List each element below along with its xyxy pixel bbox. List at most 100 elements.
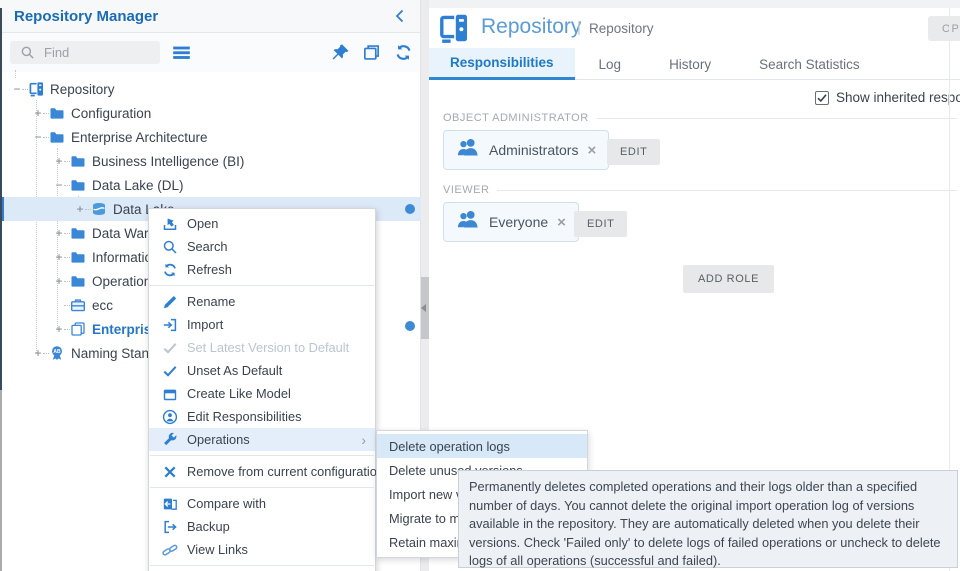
tree-expander[interactable]: +: [54, 274, 64, 288]
splitter-handle[interactable]: [421, 277, 429, 339]
menu-item-view-links[interactable]: View Links: [149, 538, 375, 561]
edit-button[interactable]: EDIT: [574, 211, 627, 237]
tree-item-business-intelligence-bi-[interactable]: + Business Intelligence (BI): [0, 149, 421, 173]
menu-icon[interactable]: [172, 43, 191, 62]
menu-item-label: Import: [187, 317, 223, 332]
tree-expander[interactable]: +: [54, 322, 64, 336]
section-divider: [597, 118, 957, 119]
menu-item-label: Refresh: [187, 262, 232, 277]
window-edge: [0, 8, 2, 390]
menu-item-label: Backup: [187, 519, 230, 534]
submenu-arrow-icon: ›: [361, 432, 366, 448]
role-chip-everyone[interactable]: Everyone ×: [443, 202, 579, 242]
folder-icon: [70, 177, 86, 193]
collapse-arrow-icon: [421, 304, 426, 312]
title-divider: |: [577, 19, 581, 36]
menu-item-create-like-model[interactable]: Create Like Model: [149, 382, 375, 405]
folder-icon: [70, 153, 86, 169]
tree-expander[interactable]: −: [54, 178, 64, 192]
role-chip-label: Administrators: [489, 142, 578, 158]
menu-item-rename[interactable]: Rename: [149, 290, 375, 313]
menu-item-open[interactable]: Open: [149, 212, 375, 235]
tree-item-label: Business Intelligence (BI): [92, 154, 244, 169]
tree-expander[interactable]: −: [12, 82, 22, 96]
menu-separator: [150, 487, 374, 488]
tree-expander[interactable]: +: [54, 154, 64, 168]
tree-item-data-lake-dl-[interactable]: − Data Lake (DL): [0, 173, 421, 197]
search-icon: [20, 45, 35, 60]
search-input[interactable]: Find: [10, 41, 160, 64]
tab-log[interactable]: Log: [575, 48, 646, 80]
menu-item-label: Unset As Default: [187, 363, 282, 378]
tree-item-label: Data Lake (DL): [92, 178, 184, 193]
version-indicator-dot: [405, 321, 415, 331]
show-inherited-checkbox[interactable]: Show inherited responsibilities: [815, 90, 960, 105]
tab-search-statistics[interactable]: Search Statistics: [735, 48, 884, 80]
checkbox-checked-icon[interactable]: [815, 91, 829, 105]
tree-expander[interactable]: +: [33, 346, 43, 360]
menu-separator: [150, 565, 374, 566]
tree-item-label: Configuration: [71, 106, 151, 121]
tree-item-repository[interactable]: − Repository: [0, 77, 421, 101]
check-icon: [162, 363, 178, 379]
menu-item-unset-as-default[interactable]: Unset As Default: [149, 359, 375, 382]
menu-item-label: Create Like Model: [187, 386, 291, 401]
chevron-left-icon[interactable]: [392, 8, 408, 24]
section-header: VIEWER: [443, 184, 957, 196]
section-label: VIEWER: [443, 184, 489, 196]
tree-expander[interactable]: −: [33, 130, 43, 144]
repository-icon: [437, 12, 469, 44]
left-panel-header: Repository Manager: [0, 0, 420, 33]
repository-icon: [28, 81, 44, 97]
role-chip-administrators[interactable]: Administrators ×: [443, 130, 609, 170]
menu-item-label: Set Latest Version to Default: [187, 340, 349, 355]
role-chip-label: Everyone: [489, 214, 548, 230]
menu-item-label: Compare with: [187, 496, 266, 511]
tab-responsibilities[interactable]: Responsibilities: [429, 48, 575, 80]
submenu-item-delete-operation-logs[interactable]: Delete operation logs: [377, 434, 587, 458]
open-button[interactable]: OPEN: [928, 16, 960, 41]
pin-icon[interactable]: [331, 43, 350, 62]
tree-expander[interactable]: +: [33, 106, 43, 120]
menu-item-refresh[interactable]: Refresh: [149, 258, 375, 281]
menu-item-label: Search: [187, 239, 228, 254]
window-edge: [0, 390, 2, 571]
menu-item-compare-with[interactable]: Compare with: [149, 492, 375, 515]
tab-history[interactable]: History: [645, 48, 735, 80]
tree-expander[interactable]: +: [75, 202, 85, 216]
refresh-icon: [162, 262, 178, 278]
import-icon: [162, 317, 178, 333]
remove-role-icon[interactable]: ×: [587, 142, 596, 159]
window-copy-icon: [162, 386, 178, 402]
application-window: Repository Manager Find − Repository + Conf…: [0, 0, 960, 571]
tree-item-enterprise-architecture[interactable]: −Enterprise Architecture: [0, 125, 421, 149]
folder-icon: [70, 249, 86, 265]
tree-expander[interactable]: +: [54, 226, 64, 240]
tree-item-label: Repository: [50, 82, 115, 97]
section-divider: [497, 190, 957, 191]
tree-item-configuration[interactable]: + Configuration: [0, 101, 421, 125]
menu-item-import[interactable]: Import: [149, 313, 375, 336]
award-icon: AB: [49, 345, 65, 361]
briefcase-icon: [70, 297, 86, 313]
menu-item-operations[interactable]: Operations›: [149, 428, 375, 451]
menu-item-backup[interactable]: Backup: [149, 515, 375, 538]
menu-item-edit-responsibilities[interactable]: Edit Responsibilities: [149, 405, 375, 428]
menu-item-remove-from-current-configuration[interactable]: Remove from current configuration: [149, 460, 375, 483]
windows-icon[interactable]: [362, 43, 381, 62]
edit-button[interactable]: EDIT: [607, 139, 660, 165]
wrench-icon: [162, 432, 178, 448]
tree-expander[interactable]: +: [54, 250, 64, 264]
section-header: OBJECT ADMINISTRATOR: [443, 112, 957, 124]
model-icon: [70, 321, 86, 337]
menu-separator: [150, 455, 374, 456]
menu-item-set-latest-version-to-default: Set Latest Version to Default: [149, 336, 375, 359]
add-role-button[interactable]: ADD ROLE: [683, 265, 774, 293]
remove-role-icon[interactable]: ×: [557, 214, 566, 231]
context-menu: Open Search Refresh Rename Import Set Latest …: [148, 208, 376, 571]
people-icon: [456, 208, 480, 237]
svg-text:AB: AB: [53, 349, 61, 355]
refresh-icon[interactable]: [394, 43, 413, 62]
menu-item-search[interactable]: Search: [149, 235, 375, 258]
menu-item-label: Edit Responsibilities: [187, 409, 302, 424]
